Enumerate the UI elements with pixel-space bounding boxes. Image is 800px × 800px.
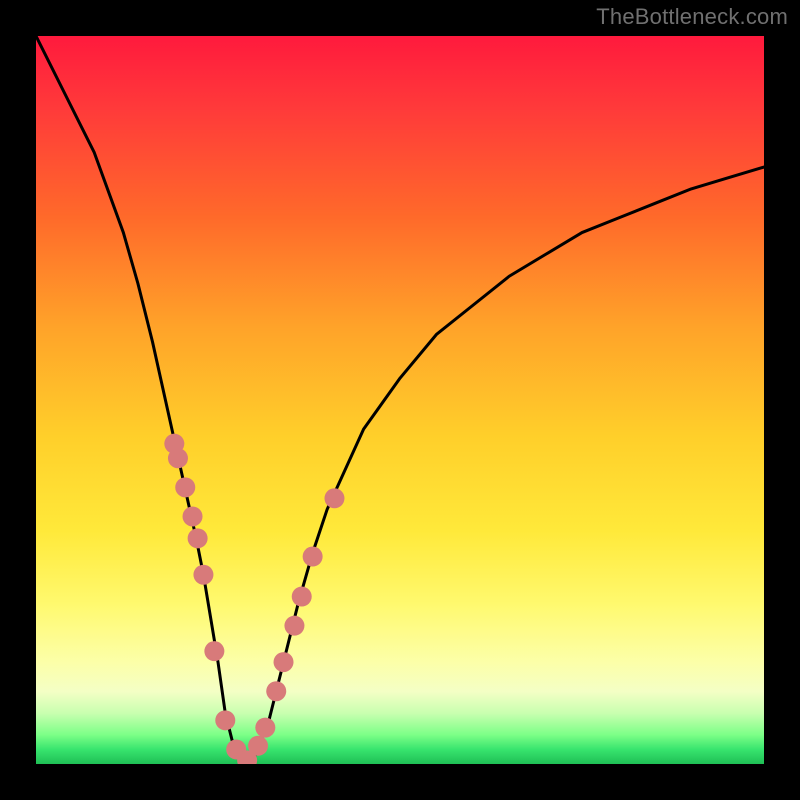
bottleneck-curve (36, 36, 764, 764)
data-point (188, 528, 208, 548)
marker-layer (164, 434, 344, 764)
data-point (255, 718, 275, 738)
data-point (284, 616, 304, 636)
data-point (303, 547, 323, 567)
data-point (204, 641, 224, 661)
data-point (266, 681, 286, 701)
data-point (168, 448, 188, 468)
data-point (274, 652, 294, 672)
data-point (324, 488, 344, 508)
data-point (183, 506, 203, 526)
plot-area (36, 36, 764, 764)
data-point (215, 710, 235, 730)
curve-layer (36, 36, 764, 764)
chart-svg (36, 36, 764, 764)
data-point (193, 565, 213, 585)
watermark-text: TheBottleneck.com (596, 4, 788, 30)
data-point (248, 736, 268, 756)
chart-frame: TheBottleneck.com (0, 0, 800, 800)
data-point (292, 587, 312, 607)
data-point (175, 477, 195, 497)
